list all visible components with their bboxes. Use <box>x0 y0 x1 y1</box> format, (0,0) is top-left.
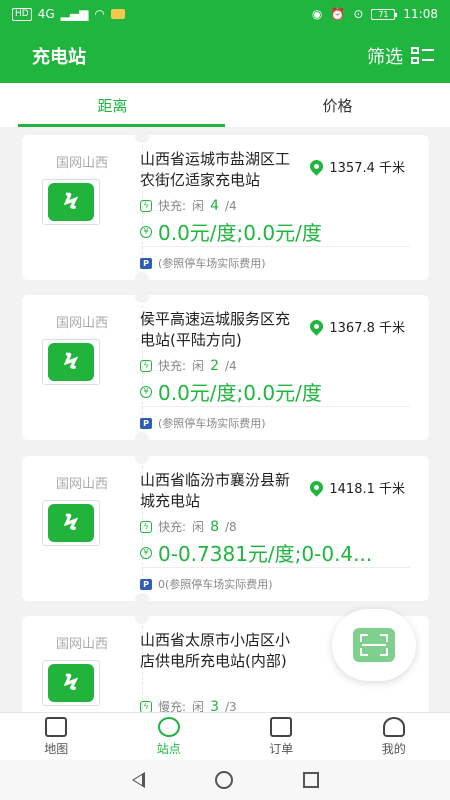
operator-logo: Ϟ <box>42 660 100 706</box>
location-icon: ⊙ <box>353 7 364 21</box>
map-icon <box>45 716 68 737</box>
operator-logo: Ϟ <box>42 500 100 546</box>
mail-notification-icon <box>110 9 125 19</box>
status-bar: HD 4G ▂▄▆ ◠ ◉ ⏰ ⊙ 71 11:08 <box>0 0 450 28</box>
parking-icon: P <box>140 417 152 429</box>
location-pin-icon <box>307 317 327 336</box>
eye-icon: ◉ <box>311 7 323 21</box>
parking-fee: P 0(参照停车场实际费用) <box>140 576 273 592</box>
charger-icon: ϟ <box>140 199 152 212</box>
parking-icon: P <box>140 257 152 269</box>
tab-price[interactable]: 价格 <box>225 83 450 127</box>
charger-availability: ϟ 快充: 闲 4/4 <box>140 197 237 214</box>
station-price: ¥ 0-0.7381元/度;0-0.4... <box>140 538 410 568</box>
charger-availability: ϟ 慢充: 闲 3/3 <box>140 698 237 712</box>
filter-button[interactable]: 筛选 <box>367 43 434 69</box>
home-icon[interactable] <box>214 771 233 789</box>
station-name: 山西省运城市盐湖区工农街亿适家充电站 <box>140 150 291 189</box>
nav-orders[interactable]: 订单 <box>225 713 338 760</box>
charger-icon: ϟ <box>140 700 152 712</box>
recent-apps-icon[interactable] <box>302 772 319 788</box>
station-card[interactable]: 国网山西 Ϟ 山西省临汾市襄汾县新城充电站 1418.1 千米 ϟ 快充: 闲8… <box>22 456 429 601</box>
hd-badge: HD <box>12 7 32 21</box>
location-pin-icon <box>307 157 327 176</box>
app-bar: 充电站 筛选 <box>0 28 450 83</box>
station-price: ¥ 0.0元/度;0.0元/度 <box>140 377 410 407</box>
station-distance: 1418.1 千米 <box>307 478 405 497</box>
station-name: 山西省太原市小店区小店供电所充电站(内部) <box>140 631 291 670</box>
operator-name: 国网山西 <box>55 316 108 331</box>
operator-name: 国网山西 <box>55 156 108 171</box>
parking-icon: P <box>140 578 152 590</box>
station-card[interactable]: 国网山西 Ϟ 侯平高速运城服务区充电站(平陆方向) 1367.8 千米 ϟ 快充… <box>22 295 429 440</box>
network-indicator: 4G <box>37 7 55 21</box>
wifi-icon: ◠ <box>94 7 105 21</box>
station-name: 侯平高速运城服务区充电站(平陆方向) <box>140 310 291 349</box>
charger-icon: ϟ <box>140 359 152 372</box>
tab-distance[interactable]: 距离 <box>0 83 225 127</box>
charging-logo-icon: Ϟ <box>48 504 94 542</box>
nav-map[interactable]: 地图 <box>0 713 113 760</box>
bottom-navigation: 地图 站点 订单 我的 <box>0 712 450 760</box>
sort-tabs: 距离 价格 <box>0 83 450 127</box>
price-icon: ¥ <box>140 385 152 398</box>
operator-name: 国网山西 <box>55 477 108 492</box>
charger-availability: ϟ 快充: 闲 2/4 <box>140 357 237 374</box>
station-price: ¥ 0.0元/度;0.0元/度 <box>140 217 410 247</box>
parking-fee: P (参照停车场实际费用) <box>140 415 266 431</box>
operator-logo: Ϟ <box>42 339 100 385</box>
station-distance: 1367.8 千米 <box>307 317 405 336</box>
charger-icon: ϟ <box>140 520 152 533</box>
user-icon <box>382 716 405 737</box>
station-distance: 1357.4 千米 <box>307 157 405 176</box>
nav-profile[interactable]: 我的 <box>338 713 450 760</box>
charging-logo-icon: Ϟ <box>48 183 94 221</box>
operator-logo: Ϟ <box>42 179 100 225</box>
parking-fee: P (参照停车场实际费用) <box>140 255 266 271</box>
system-navigation-bar <box>0 760 450 800</box>
station-card[interactable]: 国网山西 Ϟ 山西省运城市盐湖区工农街亿适家充电站 1357.4 千米 ϟ 快充… <box>22 135 429 280</box>
nav-stations[interactable]: 站点 <box>113 713 226 760</box>
signal-icon: ▂▄▆ <box>60 7 89 21</box>
battery-icon: 71 <box>371 8 398 20</box>
operator-name: 国网山西 <box>55 637 108 652</box>
price-icon: ¥ <box>140 225 152 238</box>
order-icon <box>270 716 293 737</box>
page-title: 充电站 <box>32 46 86 68</box>
scan-button[interactable] <box>332 609 416 681</box>
back-icon[interactable] <box>131 772 145 788</box>
station-icon <box>157 716 180 737</box>
alarm-icon: ⏰ <box>330 7 346 21</box>
charger-availability: ϟ 快充: 闲 8/8 <box>140 518 237 535</box>
filter-list-icon <box>411 47 434 64</box>
price-icon: ¥ <box>140 546 152 559</box>
station-name: 山西省临汾市襄汾县新城充电站 <box>140 471 291 510</box>
clock: 11:08 <box>403 7 438 21</box>
charging-logo-icon: Ϟ <box>48 343 94 381</box>
location-pin-icon <box>307 478 327 497</box>
charging-logo-icon: Ϟ <box>48 664 94 702</box>
scan-icon <box>353 628 395 662</box>
filter-label: 筛选 <box>367 46 403 68</box>
